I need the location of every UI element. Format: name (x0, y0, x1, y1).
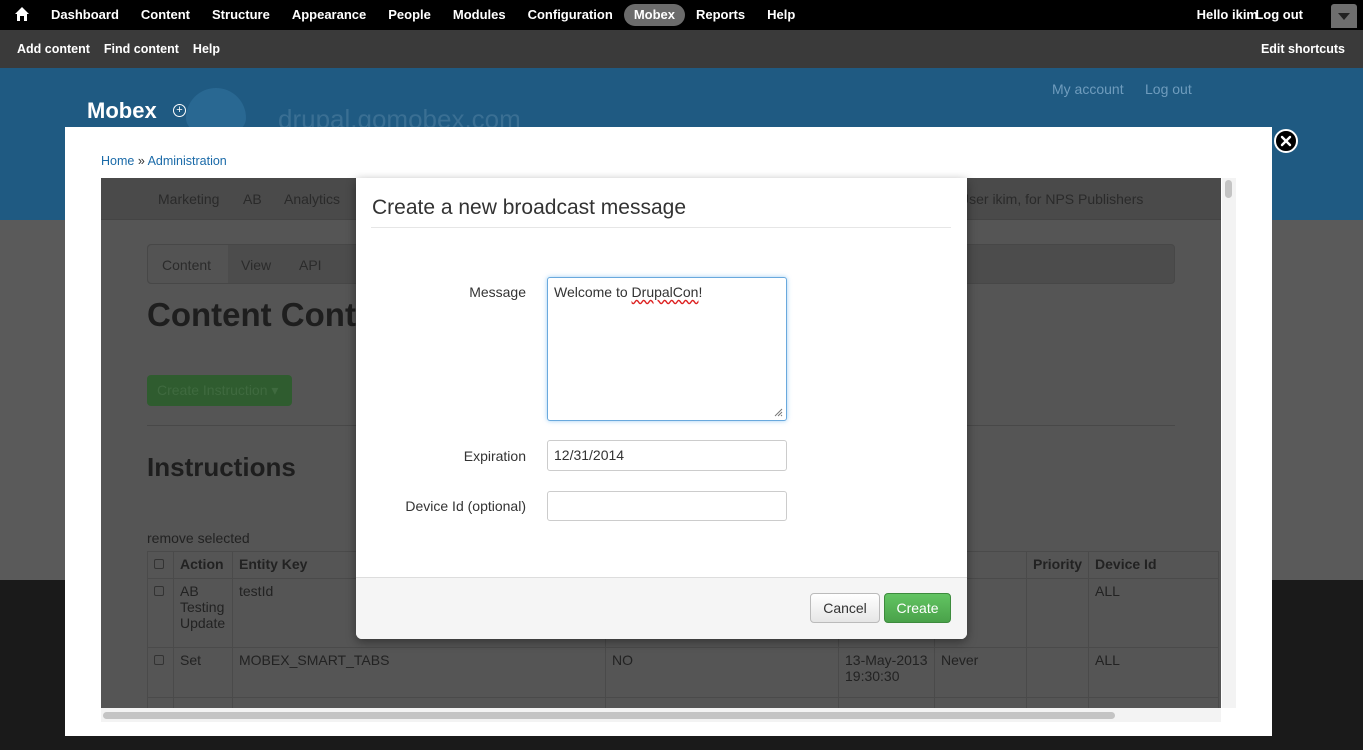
row-expires: Never (934, 647, 1027, 698)
breadcrumb: Home » Administration (101, 154, 227, 168)
create-button[interactable]: Create (884, 593, 951, 623)
row-device: ALL (1088, 647, 1220, 698)
table-row (147, 697, 1220, 708)
shortcuts-toggle[interactable] (1331, 4, 1357, 28)
row-value: NO (605, 647, 839, 698)
resize-grip-icon[interactable] (773, 407, 783, 417)
my-account-link[interactable]: My account (1052, 81, 1124, 97)
nav-analytics[interactable]: Analytics (284, 191, 340, 207)
device-id-input[interactable] (547, 491, 787, 521)
instructions-heading: Instructions (147, 452, 296, 482)
broadcast-modal: Create a new broadcast message Message W… (356, 178, 967, 639)
close-icon (1280, 135, 1292, 147)
row-priority (1025, 578, 1090, 648)
message-text-suffix: ! (698, 284, 703, 300)
menu-help[interactable]: Help (756, 4, 806, 26)
shortcut-help[interactable]: Help (186, 42, 227, 56)
vertical-scrollbar[interactable] (1222, 178, 1236, 708)
menu-appearance[interactable]: Appearance (281, 4, 377, 26)
menu-mobex[interactable]: Mobex (623, 4, 685, 26)
col-priority[interactable]: Priority (1025, 551, 1090, 579)
menu-dashboard[interactable]: Dashboard (40, 4, 130, 26)
row-checkbox[interactable] (154, 586, 164, 596)
hello-user[interactable]: Hello ikim (1197, 0, 1258, 30)
menu-structure[interactable]: Structure (201, 4, 281, 26)
select-all-checkbox[interactable] (154, 559, 164, 569)
add-shortcut-icon[interactable]: + (173, 104, 186, 117)
message-text-prefix: Welcome to (554, 284, 632, 300)
expiration-input[interactable]: 12/31/2014 (547, 440, 787, 471)
shortcut-add-content[interactable]: Add content (10, 42, 97, 56)
device-id-label: Device Id (optional) (405, 498, 526, 514)
menu-modules[interactable]: Modules (442, 4, 517, 26)
row-date: 13-May-2013 19:30:30 (838, 647, 935, 698)
shortcut-find-content[interactable]: Find content (97, 42, 186, 56)
scroll-thumb[interactable] (103, 712, 1115, 719)
menu-reports[interactable]: Reports (685, 4, 756, 26)
subtab-api[interactable]: API (299, 257, 322, 273)
row-priority (1025, 647, 1090, 698)
menu-configuration[interactable]: Configuration (517, 4, 624, 26)
toolbar-menu: Dashboard Content Structure Appearance P… (40, 0, 806, 30)
col-device-id[interactable]: Device Id (1088, 551, 1220, 579)
breadcrumb-home[interactable]: Home (101, 154, 134, 168)
toolbar-logout[interactable]: Log out (1255, 0, 1303, 30)
horizontal-scrollbar[interactable] (101, 708, 1221, 722)
cancel-button[interactable]: Cancel (810, 593, 880, 623)
row-checkbox[interactable] (154, 655, 164, 665)
row-device: ALL (1088, 578, 1220, 648)
create-instruction-label: Create Instruction (157, 382, 268, 398)
nav-user-info: User ikim, for NPS Publishers (959, 191, 1144, 207)
nav-ab[interactable]: AB (243, 191, 262, 207)
message-text-misspelled: DrupalCon (631, 284, 699, 300)
row-action: Set (173, 647, 233, 698)
table-row: Set MOBEX_SMART_TABS NO 13-May-2013 19:3… (147, 647, 1220, 698)
home-icon[interactable] (14, 6, 32, 24)
chevron-down-icon (1338, 13, 1350, 20)
expiration-label: Expiration (463, 448, 526, 464)
row-key: MOBEX_SMART_TABS (232, 647, 606, 698)
scroll-thumb[interactable] (1225, 180, 1232, 198)
message-label: Message (469, 284, 526, 300)
site-name[interactable]: Mobex (87, 98, 157, 124)
header-logout-link[interactable]: Log out (1145, 81, 1192, 97)
nav-marketing[interactable]: Marketing (158, 191, 219, 207)
admin-toolbar: Dashboard Content Structure Appearance P… (0, 0, 1363, 30)
breadcrumb-administration[interactable]: Administration (148, 154, 227, 168)
create-instruction-button[interactable]: Create Instruction ▾ (147, 375, 292, 406)
subtab-view[interactable]: View (241, 257, 271, 273)
modal-title: Create a new broadcast message (372, 196, 687, 219)
overlay-close-button[interactable] (1274, 129, 1298, 153)
shortcuts-bar: Add content Find content Help Edit short… (0, 30, 1363, 68)
breadcrumb-separator: » (134, 154, 148, 168)
subtab-content[interactable]: Content (162, 257, 211, 273)
modal-footer: Cancel Create (356, 577, 967, 639)
message-textarea[interactable]: Welcome to DrupalCon! (547, 277, 787, 421)
remove-selected-link[interactable]: remove selected (147, 530, 250, 546)
menu-content[interactable]: Content (130, 4, 201, 26)
col-action[interactable]: Action (173, 551, 233, 579)
row-action: AB Testing Update (173, 578, 233, 648)
page-title: Content Cont (147, 296, 356, 333)
edit-shortcuts-link[interactable]: Edit shortcuts (1261, 30, 1345, 68)
modal-divider (371, 227, 951, 228)
menu-people[interactable]: People (377, 4, 442, 26)
